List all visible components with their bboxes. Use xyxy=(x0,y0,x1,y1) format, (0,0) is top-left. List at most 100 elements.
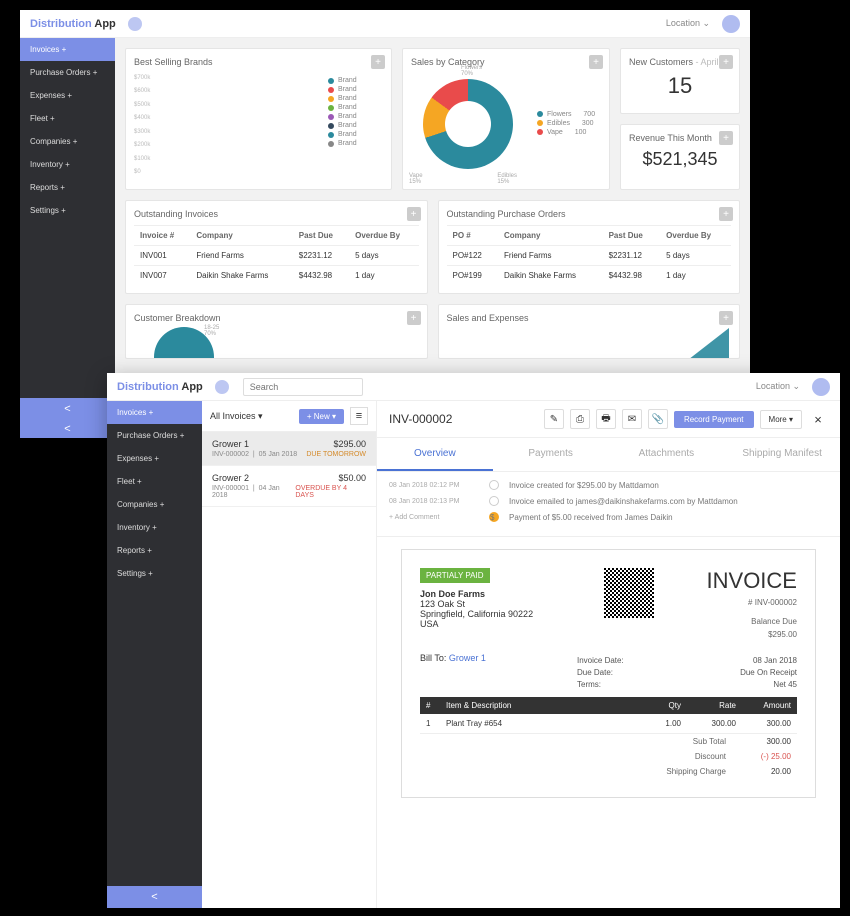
table-out-invoices: Invoice #CompanyPast DueOverdue By INV00… xyxy=(134,225,419,285)
card-add-icon[interactable]: + xyxy=(371,55,385,69)
list-menu-icon[interactable]: ≡ xyxy=(350,407,368,425)
donut-chart xyxy=(423,79,513,169)
topbar: Distribution App Location ⌄ xyxy=(107,373,840,401)
brand: Distribution App xyxy=(30,18,116,30)
sidebar-item-expenses[interactable]: Expenses + xyxy=(20,84,115,107)
sidebar-item-inventory[interactable]: Inventory + xyxy=(107,516,202,539)
invoice-number: # INV-000002 xyxy=(707,598,797,607)
sidebar-item-settings[interactable]: Settings + xyxy=(20,199,115,222)
close-icon[interactable]: × xyxy=(808,409,828,429)
invoice-detail: INV-000002 ✎ ⎙ 🖶 ✉ 📎 Record Payment More… xyxy=(377,401,840,908)
invoice-tabs: Overview Payments Attachments Shipping M… xyxy=(377,438,840,472)
donut-legend: Flowers 700 Edibles 300 Vape 100 xyxy=(537,111,595,138)
pdf-icon[interactable]: ⎙ xyxy=(570,409,590,429)
sidebar-item-invoices[interactable]: Invoices + xyxy=(20,38,115,61)
email-icon[interactable]: ✉ xyxy=(622,409,642,429)
search-input[interactable] xyxy=(243,378,363,396)
card-add-icon[interactable]: + xyxy=(407,207,421,221)
from-name: Jon Doe Farms xyxy=(420,589,533,599)
brand-part2: App xyxy=(94,18,115,30)
invoice-timeline: 08 Jan 2018 02:12 PMInvoice created for … xyxy=(377,472,840,537)
donut-label-edibles: Edibles15% xyxy=(497,173,517,185)
invoice-filter-dropdown[interactable]: All Invoices ▾ xyxy=(210,411,263,422)
card-sales-expenses: Sales and Expenses + xyxy=(438,304,741,359)
invoice-window: Distribution App Location ⌄ Invoices + P… xyxy=(107,373,840,908)
card-title: Sales by Category xyxy=(411,57,601,67)
card-title: Best Selling Brands xyxy=(134,57,328,67)
sidebar-item-settings[interactable]: Settings + xyxy=(107,562,202,585)
bar-chart: $700k$600k$500k$400k$300k$200k$100k$0 xyxy=(164,75,328,175)
add-comment-link[interactable]: + Add Comment xyxy=(389,514,479,521)
card-title: Customer Breakdown xyxy=(134,313,419,323)
brand: Distribution App xyxy=(117,381,203,393)
y-axis-labels: $700k$600k$500k$400k$300k$200k$100k$0 xyxy=(134,75,150,175)
sidebar-item-companies[interactable]: Companies + xyxy=(107,493,202,516)
card-add-icon[interactable]: + xyxy=(589,55,603,69)
card-title: Outstanding Invoices xyxy=(134,209,419,219)
card-add-icon[interactable]: + xyxy=(719,55,733,69)
kpi-title: Revenue This Month xyxy=(629,133,731,143)
invoice-heading: INVOICE xyxy=(707,568,797,594)
invoice-main: All Invoices ▾ + New ▾ ≡ Grower 1$295.00… xyxy=(202,401,840,908)
card-title: Outstanding Purchase Orders xyxy=(447,209,732,219)
brand-legend: Brand Brand Brand Brand Brand Brand Bran… xyxy=(328,77,383,181)
card-customer-breakdown: Customer Breakdown 18-2570% + xyxy=(125,304,428,359)
dashboard-main: Best Selling Brands $700k$600k$500k$400k… xyxy=(115,38,750,420)
tab-attachments[interactable]: Attachments xyxy=(609,438,725,471)
new-invoice-button[interactable]: + New ▾ xyxy=(299,409,344,424)
donut-label-flowers: Flowers70% xyxy=(461,65,482,77)
sidebar-item-fleet[interactable]: Fleet + xyxy=(107,470,202,493)
card-add-icon[interactable]: + xyxy=(719,131,733,145)
sidebar-item-expenses[interactable]: Expenses + xyxy=(107,447,202,470)
more-dropdown[interactable]: More ▾ xyxy=(760,410,802,429)
attach-icon[interactable]: 📎 xyxy=(648,409,668,429)
payment-dot-icon: $ xyxy=(489,512,499,522)
card-best-brands: Best Selling Brands $700k$600k$500k$400k… xyxy=(125,48,392,190)
card-add-icon[interactable]: + xyxy=(407,311,421,325)
sidebar-collapse-button[interactable]: < xyxy=(20,420,115,438)
balance-due-value: $295.00 xyxy=(707,630,797,639)
card-add-icon[interactable]: + xyxy=(719,311,733,325)
table-row[interactable]: PO#199Daikin Shake Farms$4432.981 day xyxy=(447,266,732,286)
sidebar-item-reports[interactable]: Reports + xyxy=(107,539,202,562)
invoice-row[interactable]: Grower 1$295.00 INV-000002 | 05 Jan 2018… xyxy=(202,432,376,466)
sidebar-collapse-button[interactable]: < xyxy=(107,886,202,908)
sidebar-item-companies[interactable]: Companies + xyxy=(20,130,115,153)
avatar[interactable] xyxy=(722,15,740,33)
record-payment-button[interactable]: Record Payment xyxy=(674,411,754,428)
tab-overview[interactable]: Overview xyxy=(377,438,493,471)
table-row[interactable]: INV001Friend Farms$2231.125 days xyxy=(134,246,419,266)
table-row[interactable]: INV007Daikin Shake Farms$4432.981 day xyxy=(134,266,419,286)
sidebar-item-invoices[interactable]: Invoices + xyxy=(107,401,202,424)
tab-payments[interactable]: Payments xyxy=(493,438,609,471)
table-row[interactable]: PO#122Friend Farms$2231.125 days xyxy=(447,246,732,266)
sidebar-collapse-button[interactable]: < xyxy=(20,398,115,420)
brand-dot-icon xyxy=(215,380,229,394)
balance-due-label: Balance Due xyxy=(707,617,797,626)
sidebar-item-inventory[interactable]: Inventory + xyxy=(20,153,115,176)
brand-part1: Distribution xyxy=(30,18,92,30)
card-add-icon[interactable]: + xyxy=(719,207,733,221)
card-outstanding-pos: Outstanding Purchase Orders PO #CompanyP… xyxy=(438,200,741,294)
dashboard-window: Distribution App Location ⌄ Invoices + P… xyxy=(20,10,750,420)
edit-icon[interactable]: ✎ xyxy=(544,409,564,429)
sidebar-item-reports[interactable]: Reports + xyxy=(20,176,115,199)
invoice-row[interactable]: Grower 2$50.00 INV-000001 | 04 Jan 2018O… xyxy=(202,466,376,507)
sidebar-item-purchase-orders[interactable]: Purchase Orders + xyxy=(20,61,115,84)
qr-code-icon xyxy=(604,568,654,618)
item-row: 1 Plant Tray #654 1.00 300.00 300.00 xyxy=(420,714,797,734)
print-icon[interactable]: 🖶 xyxy=(596,409,616,429)
sidebar-item-fleet[interactable]: Fleet + xyxy=(20,107,115,130)
invoice-list: All Invoices ▾ + New ▾ ≡ Grower 1$295.00… xyxy=(202,401,377,908)
tab-shipping-manifest[interactable]: Shipping Manifest xyxy=(724,438,840,471)
billto-link[interactable]: Grower 1 xyxy=(449,653,486,663)
brand-dot-icon xyxy=(128,17,142,31)
kpi-title: New Customers xyxy=(629,57,693,67)
sidebar: Invoices + Purchase Orders + Expenses + … xyxy=(107,401,202,908)
location-dropdown[interactable]: Location ⌄ xyxy=(756,381,800,392)
sidebar: Invoices + Purchase Orders + Expenses + … xyxy=(20,38,115,420)
sidebar-item-purchase-orders[interactable]: Purchase Orders + xyxy=(107,424,202,447)
invoice-header: INV-000002 ✎ ⎙ 🖶 ✉ 📎 Record Payment More… xyxy=(377,401,840,438)
location-dropdown[interactable]: Location ⌄ xyxy=(666,18,710,29)
avatar[interactable] xyxy=(812,378,830,396)
